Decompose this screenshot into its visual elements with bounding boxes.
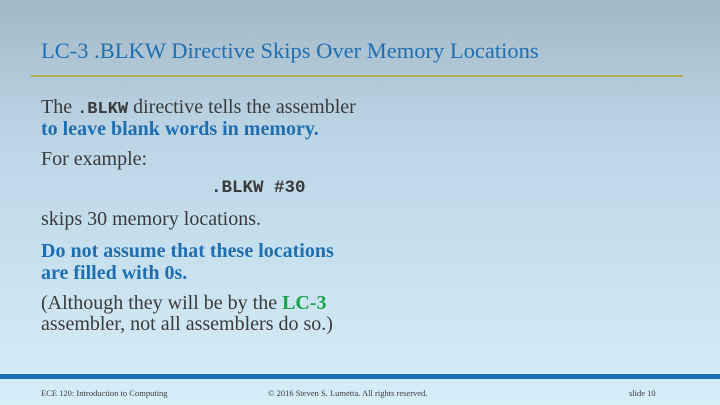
title-divider — [31, 75, 683, 77]
footer-bar — [0, 374, 720, 379]
footer-slide-number: slide 10 — [629, 388, 656, 398]
note-line2: assembler, not all assemblers do so.) — [41, 313, 333, 335]
note-prefix: (Although they will be by the — [41, 292, 283, 314]
lc3-highlight: LC-3 — [282, 292, 327, 314]
para1-suffix: directive tells the assembler — [128, 96, 356, 118]
warning-line1: Do not assume that these locations — [41, 240, 334, 262]
code-example: .BLKW #30 — [211, 178, 306, 198]
for-example: For example: — [41, 148, 148, 170]
note-line1: (Although they will be by the LC-3 — [41, 292, 327, 314]
blkw-code: .BLKW — [77, 100, 129, 119]
warning-line2: are filled with 0s. — [41, 262, 188, 284]
skips-text: skips 30 memory locations. — [41, 208, 261, 230]
footer-copyright: © 2016 Steven S. Lumetta. All rights res… — [268, 388, 428, 398]
footer-course: ECE 120: Introduction to Computing — [41, 388, 168, 398]
para1-prefix: The — [41, 96, 78, 118]
slide-title: LC-3 .BLKW Directive Skips Over Memory L… — [41, 38, 539, 63]
para1-highlight: to leave blank words in memory. — [41, 118, 319, 140]
